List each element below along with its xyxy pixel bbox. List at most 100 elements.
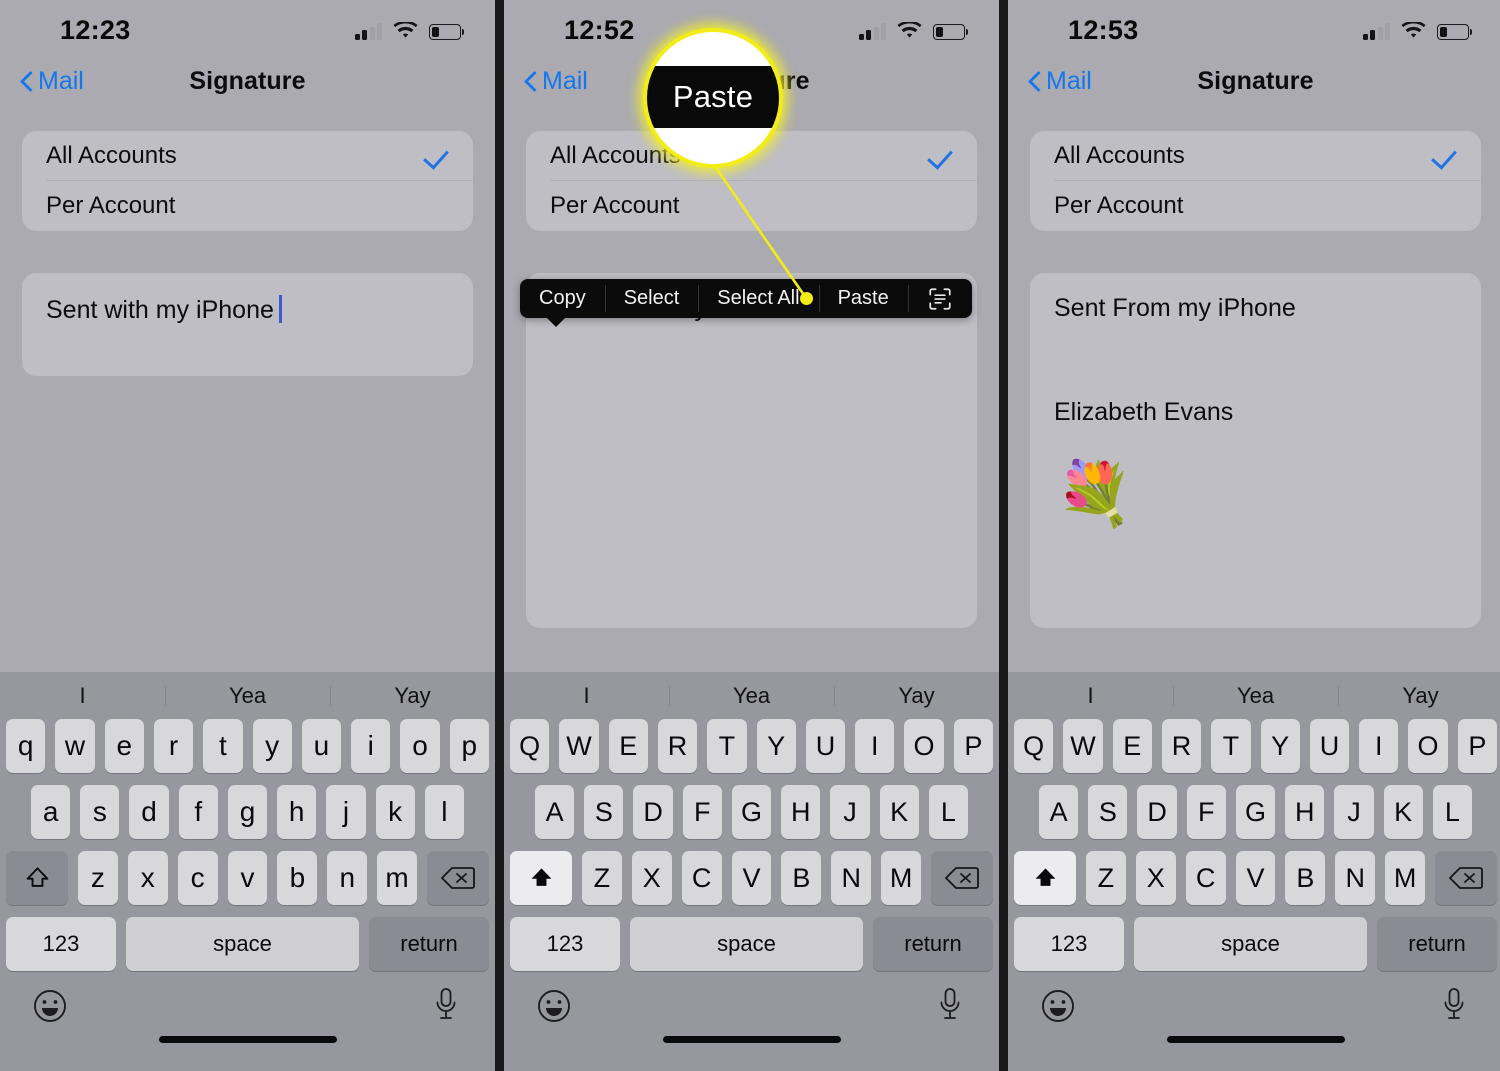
predictive-text-bar[interactable]: I Yea Yay: [1008, 672, 1500, 719]
prediction-chip[interactable]: Yea: [165, 683, 330, 709]
space-key[interactable]: space: [1134, 917, 1367, 971]
key-n[interactable]: N: [831, 851, 872, 905]
key-c[interactable]: c: [177, 851, 218, 905]
option-row-all-accounts[interactable]: All Accounts: [1030, 131, 1481, 181]
key-q[interactable]: Q: [510, 719, 550, 773]
key-t[interactable]: t: [203, 719, 243, 773]
key-z[interactable]: Z: [1086, 851, 1126, 905]
key-h[interactable]: h: [277, 785, 317, 839]
signature-text-field[interactable]: Sent From my iPhone Elizabeth Evans 💐: [1030, 273, 1481, 628]
key-a[interactable]: A: [1039, 785, 1079, 839]
key-m[interactable]: M: [881, 851, 922, 905]
option-row-per-account[interactable]: Per Account: [1030, 181, 1481, 231]
key-v[interactable]: v: [227, 851, 268, 905]
predictive-text-bar[interactable]: I Yea Yay: [504, 672, 999, 719]
key-r[interactable]: r: [153, 719, 194, 773]
key-l[interactable]: L: [1432, 785, 1472, 839]
signature-text-field[interactable]: Sent From my iPhone: [526, 273, 977, 628]
key-x[interactable]: x: [127, 851, 168, 905]
key-s[interactable]: s: [80, 785, 120, 839]
key-o[interactable]: o: [400, 719, 440, 773]
key-y[interactable]: y: [252, 719, 292, 773]
key-d[interactable]: d: [129, 785, 169, 839]
prediction-chip[interactable]: Yay: [330, 683, 495, 709]
key-y[interactable]: Y: [1260, 719, 1300, 773]
key-n[interactable]: n: [327, 851, 368, 905]
key-g[interactable]: g: [227, 785, 268, 839]
prediction-chip[interactable]: Yay: [1338, 683, 1500, 709]
key-m[interactable]: m: [377, 851, 418, 905]
key-v[interactable]: V: [1235, 851, 1276, 905]
key-b[interactable]: b: [277, 851, 318, 905]
option-row-per-account[interactable]: Per Account: [526, 181, 977, 231]
key-q[interactable]: Q: [1014, 719, 1054, 773]
return-key[interactable]: return: [873, 917, 993, 971]
scan-document-icon[interactable]: [907, 279, 972, 318]
key-u[interactable]: U: [1309, 719, 1350, 773]
back-to-mail-button[interactable]: Mail: [21, 67, 84, 96]
space-key[interactable]: space: [630, 917, 863, 971]
key-l[interactable]: l: [424, 785, 464, 839]
key-t[interactable]: T: [707, 719, 747, 773]
key-w[interactable]: W: [559, 719, 599, 773]
backspace-delete-icon[interactable]: [1435, 851, 1498, 905]
key-w[interactable]: W: [1063, 719, 1103, 773]
key-v[interactable]: V: [731, 851, 772, 905]
key-w[interactable]: w: [55, 719, 95, 773]
prediction-chip[interactable]: Yea: [669, 683, 834, 709]
key-i[interactable]: i: [351, 719, 391, 773]
key-e[interactable]: E: [608, 719, 648, 773]
numbers-key[interactable]: 123: [6, 917, 116, 971]
key-p[interactable]: p: [449, 719, 489, 773]
key-l[interactable]: L: [928, 785, 968, 839]
prediction-chip[interactable]: Yea: [1173, 683, 1338, 709]
on-screen-keyboard[interactable]: I Yea Yay q w e r t y u i o p a s d f g h j k l z x c v b n m 123 spac…: [0, 672, 495, 1071]
back-to-mail-button[interactable]: Mail: [1029, 67, 1092, 96]
shift-key[interactable]: [510, 851, 572, 905]
return-key[interactable]: return: [369, 917, 489, 971]
key-k[interactable]: k: [375, 785, 415, 839]
key-s[interactable]: S: [584, 785, 624, 839]
key-i[interactable]: I: [855, 719, 895, 773]
home-indicator[interactable]: [1166, 1036, 1345, 1043]
numbers-key[interactable]: 123: [1014, 917, 1124, 971]
key-d[interactable]: D: [1137, 785, 1177, 839]
key-h[interactable]: H: [1285, 785, 1325, 839]
home-indicator[interactable]: [158, 1036, 337, 1043]
key-c[interactable]: C: [1185, 851, 1226, 905]
key-y[interactable]: Y: [756, 719, 796, 773]
text-edit-context-menu[interactable]: Copy Select Select All Paste: [520, 279, 972, 327]
key-k[interactable]: K: [1383, 785, 1423, 839]
key-g[interactable]: G: [731, 785, 772, 839]
prediction-chip[interactable]: I: [1008, 683, 1173, 709]
key-t[interactable]: T: [1211, 719, 1251, 773]
space-key[interactable]: space: [126, 917, 359, 971]
key-a[interactable]: a: [31, 785, 71, 839]
option-row-all-accounts[interactable]: All Accounts: [22, 131, 473, 181]
key-f[interactable]: F: [682, 785, 722, 839]
key-b[interactable]: B: [1285, 851, 1326, 905]
key-j[interactable]: j: [326, 785, 366, 839]
key-n[interactable]: N: [1335, 851, 1376, 905]
key-u[interactable]: U: [805, 719, 846, 773]
key-r[interactable]: R: [1161, 719, 1202, 773]
backspace-delete-icon[interactable]: [427, 851, 490, 905]
menu-item-select[interactable]: Select: [604, 279, 699, 318]
key-f[interactable]: F: [1186, 785, 1226, 839]
key-x[interactable]: X: [1135, 851, 1176, 905]
signature-text-field[interactable]: Sent with my iPhone: [22, 273, 473, 376]
key-e[interactable]: e: [104, 719, 144, 773]
key-m[interactable]: M: [1385, 851, 1426, 905]
key-i[interactable]: I: [1359, 719, 1399, 773]
return-key[interactable]: return: [1377, 917, 1497, 971]
key-f[interactable]: f: [178, 785, 218, 839]
predictive-text-bar[interactable]: I Yea Yay: [0, 672, 495, 719]
key-k[interactable]: K: [879, 785, 919, 839]
shift-key[interactable]: [1014, 851, 1076, 905]
on-screen-keyboard[interactable]: I Yea Yay Q W E R T Y U I O P A S D F G H J K L Z X C V B N M 123 spac…: [1008, 672, 1500, 1071]
key-o[interactable]: O: [1408, 719, 1448, 773]
backspace-delete-icon[interactable]: [931, 851, 994, 905]
prediction-chip[interactable]: Yay: [834, 683, 999, 709]
menu-item-copy[interactable]: Copy: [520, 279, 605, 318]
key-h[interactable]: H: [781, 785, 821, 839]
